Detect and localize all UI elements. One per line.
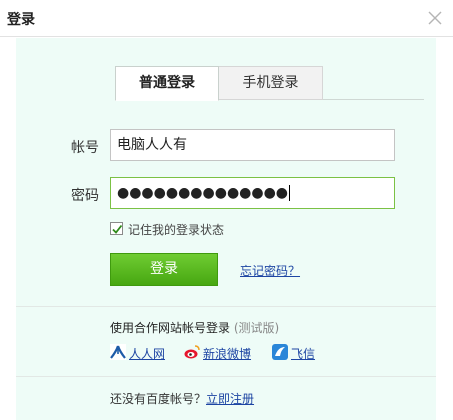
renren-icon bbox=[110, 344, 126, 360]
login-button[interactable]: 登录 bbox=[110, 253, 218, 286]
register-link[interactable]: 立即注册 bbox=[206, 392, 254, 406]
login-content: 普通登录 手机登录 帐号 电脑人人有 密码 ●●●●●●●●●●●●●● 记住我… bbox=[16, 38, 436, 420]
password-label: 密码 bbox=[71, 188, 99, 204]
account-input[interactable]: 电脑人人有 bbox=[110, 129, 395, 161]
divider bbox=[16, 306, 436, 307]
login-tabs: 普通登录 手机登录 bbox=[115, 66, 424, 101]
partner-renren[interactable]: 人人网 bbox=[110, 344, 170, 361]
tab-mobile-login[interactable]: 手机登录 bbox=[219, 66, 323, 100]
forgot-password-link[interactable]: 忘记密码？ bbox=[240, 262, 300, 279]
partner-sina-weibo-label: 新浪微博 bbox=[203, 347, 252, 361]
dialog-titlebar: 登录 bbox=[0, 0, 453, 37]
partner-renren-label: 人人网 bbox=[129, 347, 166, 361]
fetion-icon bbox=[272, 344, 288, 360]
checkmark-icon bbox=[112, 224, 123, 234]
close-icon[interactable] bbox=[426, 9, 444, 27]
remember-checkbox[interactable] bbox=[110, 222, 123, 235]
divider bbox=[16, 376, 436, 377]
account-label: 帐号 bbox=[71, 140, 99, 156]
text-caret bbox=[289, 185, 291, 201]
partner-sina-weibo[interactable]: 新浪微博 bbox=[184, 344, 256, 361]
register-prompt: 还没有百度帐号？立即注册 bbox=[110, 390, 254, 407]
partner-fetion[interactable]: 飞信 bbox=[272, 344, 322, 361]
remember-label: 记住我的登录状态 bbox=[128, 223, 225, 237]
password-input[interactable]: ●●●●●●●●●●●●●● bbox=[110, 177, 395, 209]
partner-login-heading: 使用合作网站帐号登录 bbox=[110, 321, 231, 335]
password-input-value: ●●●●●●●●●●●●●● bbox=[117, 185, 289, 201]
sina-weibo-icon bbox=[184, 344, 200, 360]
login-dialog: 登录 普通登录 手机登录 帐号 电脑人人有 密码 ●●●●●●●●●●●●●● bbox=[0, 0, 453, 420]
account-input-value: 电脑人人有 bbox=[117, 137, 187, 153]
partner-login-title: 使用合作网站帐号登录 (测试版) bbox=[110, 319, 279, 336]
register-prompt-text: 还没有百度帐号？ bbox=[110, 392, 207, 406]
partner-login-note: (测试版) bbox=[233, 321, 280, 335]
dialog-title: 登录 bbox=[7, 12, 35, 28]
tab-normal-login[interactable]: 普通登录 bbox=[115, 66, 219, 101]
partner-fetion-label: 飞信 bbox=[291, 347, 316, 361]
